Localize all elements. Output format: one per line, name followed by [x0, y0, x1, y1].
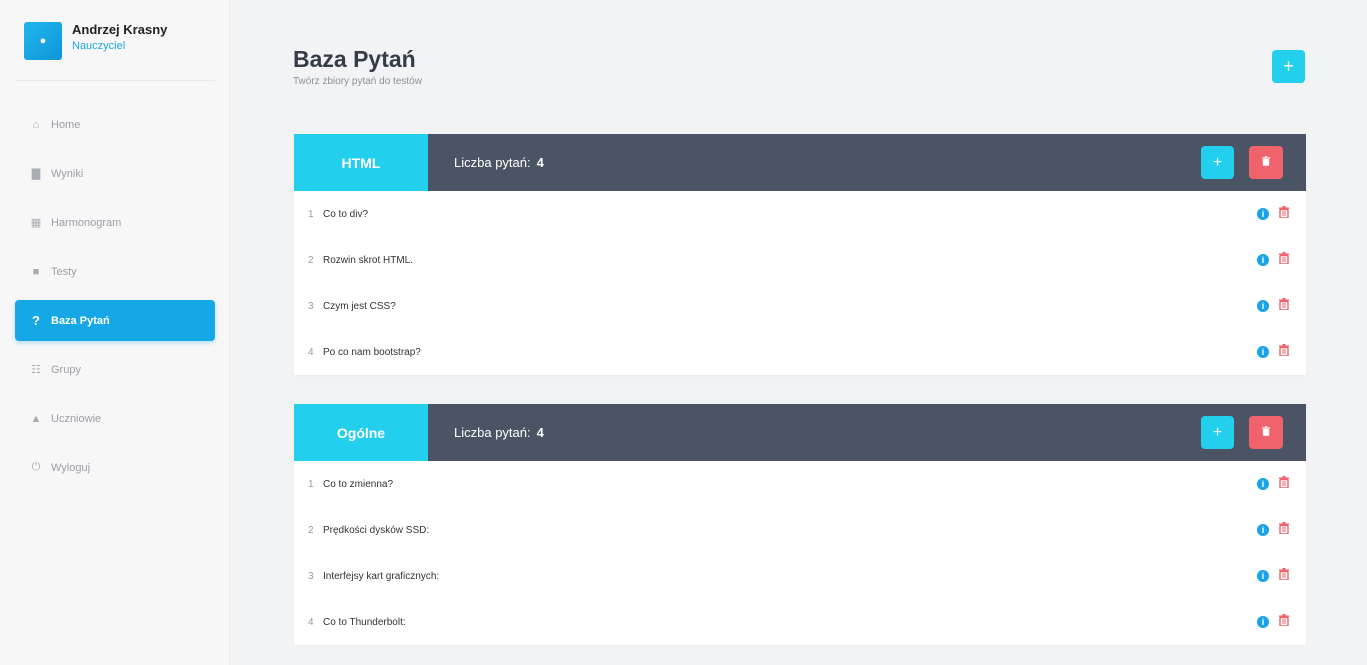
question-icon: ? [32, 313, 40, 328]
info-icon[interactable]: i [1257, 616, 1269, 628]
sidebar-item-harmonogram[interactable]: ▦ Harmonogram [15, 202, 215, 243]
chart-icon: ▇ [31, 168, 41, 180]
trash-icon[interactable] [1278, 344, 1290, 359]
trash-icon[interactable] [1278, 568, 1290, 583]
trash-icon [1262, 426, 1270, 439]
student-icon: ▲ [30, 412, 42, 425]
question-row[interactable]: 4 Co to Thunderbolt: i [294, 599, 1306, 645]
sidebar-item-baza-pytan[interactable]: ? Baza Pytań [15, 300, 215, 341]
info-icon[interactable]: i [1257, 208, 1269, 220]
question-number: 2 [308, 254, 314, 266]
home-icon: ⌂ [32, 118, 40, 131]
info-icon[interactable]: i [1257, 570, 1269, 582]
question-text: Po co nam bootstrap? [323, 346, 421, 358]
question-text: Co to zmienna? [323, 478, 394, 490]
question-row[interactable]: 3 Interfejsy kart graficznych: i [294, 553, 1306, 599]
info-icon[interactable]: i [1257, 300, 1269, 312]
trash-icon[interactable] [1278, 522, 1290, 537]
sidebar-item-testy[interactable]: ■ Testy [15, 251, 215, 292]
sidebar-item-label: Home [51, 118, 81, 131]
sidebar: ● Andrzej Krasny Nauczyciel ⌂ Home ▇ Wyniki… [0, 0, 230, 665]
calendar-icon: ▦ [30, 217, 42, 229]
sidebar-nav: ⌂ Home ▇ Wyniki ▦ Harmonogram ■ Testy? Baza Pyta… [15, 104, 215, 496]
info-icon[interactable]: i [1257, 254, 1269, 266]
add-set-button[interactable]: + [1272, 50, 1305, 83]
sidebar-item-home[interactable]: ⌂ Home [15, 104, 215, 145]
trash-icon[interactable] [1278, 252, 1290, 267]
sidebar-item-label: Wyloguj [51, 461, 91, 474]
question-text: Prędkości dysków SSD: [323, 524, 430, 536]
sidebar-item-label: Baza Pytań [51, 314, 110, 327]
question-row[interactable]: 2 Rozwin skrot HTML. i [294, 237, 1306, 283]
count-label: Liczba pytań: [454, 425, 531, 440]
page-subtitle: Twórz zbiory pytań do testów [293, 76, 422, 87]
trash-icon[interactable] [1278, 476, 1290, 491]
sidebar-divider [15, 80, 215, 81]
set-name: HTML [294, 134, 428, 191]
user-role: Nauczyciel [72, 40, 126, 52]
question-number: 4 [308, 616, 314, 628]
sidebar-item-wyniki[interactable]: ▇ Wyniki [15, 153, 215, 194]
sidebar-item-uczniowie[interactable]: ▲ Uczniowie [15, 398, 215, 439]
sidebar-item-label: Uczniowie [51, 412, 102, 425]
info-icon[interactable]: i [1257, 524, 1269, 536]
question-number: 2 [308, 524, 314, 536]
question-set-header: HTML Liczba pytań: 4 + [294, 134, 1306, 191]
power-icon: ⏻ [31, 461, 41, 473]
question-set-header: Ogólne Liczba pytań: 4 + [294, 404, 1306, 461]
trash-icon[interactable] [1278, 298, 1290, 313]
user-icon: ● [24, 22, 62, 60]
sidebar-item-label: Wyniki [51, 167, 84, 180]
question-text: Interfejsy kart graficznych: [323, 570, 440, 582]
user-profile: ● Andrzej Krasny Nauczyciel [24, 22, 167, 60]
sidebar-item-wyloguj[interactable]: ⏻ Wyloguj [15, 447, 215, 488]
file-icon: ■ [32, 265, 40, 278]
count-label: Liczba pytań: [454, 155, 531, 170]
delete-set-button[interactable] [1249, 416, 1283, 449]
sidebar-item-label: Grupy [51, 363, 81, 376]
add-question-button[interactable]: + [1201, 416, 1234, 449]
info-icon[interactable]: i [1257, 346, 1269, 358]
sidebar-item-label: Testy [51, 265, 77, 278]
question-row[interactable]: 1 Co to zmienna? i [294, 461, 1306, 507]
question-set-card: Ogólne Liczba pytań: 4 +1 Co to zmienna? i 2 Pr… [294, 404, 1306, 645]
question-text: Czym jest CSS? [323, 300, 396, 312]
sidebar-item-label: Harmonogram [51, 216, 122, 229]
page-title: Baza Pytań [293, 46, 416, 72]
info-icon[interactable]: i [1257, 478, 1269, 490]
trash-icon [1262, 156, 1270, 169]
question-number: 4 [308, 346, 314, 358]
question-number: 1 [308, 478, 314, 490]
question-row[interactable]: 1 Co to div? i [294, 191, 1306, 237]
question-number: 3 [308, 570, 314, 582]
add-question-button[interactable]: + [1201, 146, 1234, 179]
question-number: 1 [308, 208, 314, 220]
question-count: 4 [536, 425, 544, 440]
set-name: Ogólne [294, 404, 428, 461]
question-count: 4 [536, 155, 544, 170]
trash-icon[interactable] [1278, 614, 1290, 629]
trash-icon[interactable] [1278, 206, 1290, 221]
question-set-card: HTML Liczba pytań: 4 +1 Co to div? i 2 Rozwin s… [294, 134, 1306, 375]
question-text: Co to div? [323, 208, 369, 220]
question-text: Co to Thunderbolt: [323, 616, 406, 628]
question-number: 3 [308, 300, 314, 312]
question-row[interactable]: 3 Czym jest CSS? i [294, 283, 1306, 329]
question-row[interactable]: 2 Prędkości dysków SSD: i [294, 507, 1306, 553]
group-icon: ☷ [31, 364, 41, 376]
delete-set-button[interactable] [1249, 146, 1283, 179]
user-name: Andrzej Krasny [72, 22, 168, 37]
sidebar-item-grupy[interactable]: ☷ Grupy [15, 349, 215, 390]
question-text: Rozwin skrot HTML. [323, 254, 414, 266]
question-row[interactable]: 4 Po co nam bootstrap? i [294, 329, 1306, 375]
